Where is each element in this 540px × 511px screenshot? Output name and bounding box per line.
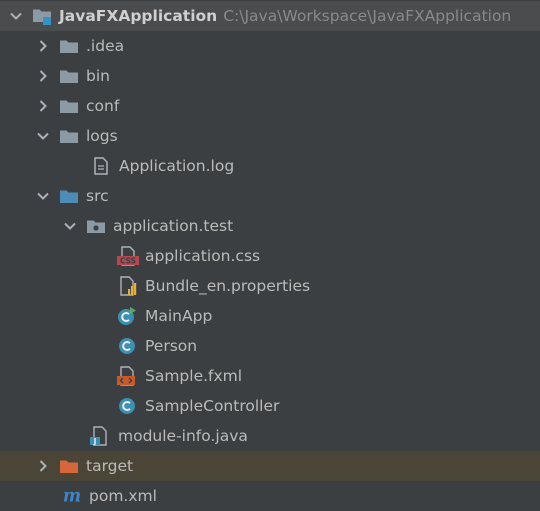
- css-file-icon: CSS: [117, 246, 139, 266]
- java-file-icon: J: [90, 426, 110, 446]
- tree-node-label: Application.log: [119, 157, 235, 175]
- svg-text:m: m: [63, 487, 81, 505]
- tree-node-label: .idea: [86, 37, 125, 55]
- project-tree: JavaFXApplication C:\Java\Workspace\Java…: [0, 0, 540, 509]
- tree-node-label: Person: [145, 337, 198, 355]
- tree-node-idea[interactable]: .idea: [0, 31, 540, 61]
- tree-node-label: src: [86, 187, 109, 205]
- chevron-right-icon[interactable]: [35, 68, 51, 84]
- tree-node-src[interactable]: src: [0, 181, 540, 211]
- fxml-file-icon: [117, 366, 137, 386]
- properties-file-icon: [118, 276, 138, 296]
- log-file-icon: [91, 157, 111, 175]
- tree-node-sample-fxml[interactable]: Sample.fxml: [0, 361, 540, 391]
- tree-node-application-log[interactable]: Application.log: [0, 151, 540, 181]
- tree-node-label: MainApp: [145, 307, 213, 325]
- tree-node-sample-controller[interactable]: SampleController: [0, 391, 540, 421]
- folder-icon: [59, 97, 79, 115]
- tree-node-mainapp[interactable]: MainApp: [0, 301, 540, 331]
- tree-node-label: module-info.java: [118, 427, 248, 445]
- folder-icon: [59, 127, 79, 145]
- tree-node-label: application.test: [113, 217, 234, 235]
- project-folder-icon: [32, 7, 52, 25]
- class-icon: [117, 337, 137, 355]
- tree-node-application-css[interactable]: CSS application.css: [0, 241, 540, 271]
- maven-icon: m: [62, 487, 82, 505]
- excluded-folder-icon: [59, 457, 79, 475]
- chevron-down-icon[interactable]: [35, 128, 51, 144]
- chevron-right-icon[interactable]: [35, 458, 51, 474]
- tree-node-pom[interactable]: m pom.xml: [0, 481, 540, 511]
- tree-node-person[interactable]: Person: [0, 331, 540, 361]
- tree-node-label: application.css: [145, 247, 261, 265]
- source-folder-icon: [59, 187, 79, 205]
- project-name: JavaFXApplication: [59, 7, 218, 25]
- tree-node-label: target: [86, 457, 134, 475]
- folder-icon: [59, 37, 79, 55]
- tree-node-bin[interactable]: bin: [0, 61, 540, 91]
- tree-node-bundle[interactable]: Bundle_en.properties: [0, 271, 540, 301]
- runnable-class-icon: [117, 307, 137, 325]
- tree-node-label: Sample.fxml: [145, 367, 243, 385]
- project-path: C:\Java\Workspace\JavaFXApplication: [223, 7, 512, 25]
- tree-node-package[interactable]: application.test: [0, 211, 540, 241]
- tree-node-logs[interactable]: logs: [0, 121, 540, 151]
- tree-node-label: bin: [86, 67, 110, 85]
- tree-node-label: pom.xml: [89, 487, 157, 505]
- tree-node-label: conf: [86, 97, 120, 115]
- svg-text:CSS: CSS: [120, 257, 136, 266]
- tree-node-target[interactable]: target: [0, 451, 540, 481]
- tree-node-module-info[interactable]: J module-info.java: [0, 421, 540, 451]
- tree-node-conf[interactable]: conf: [0, 91, 540, 121]
- tree-node-label: logs: [86, 127, 118, 145]
- chevron-right-icon[interactable]: [35, 98, 51, 114]
- class-icon: [117, 397, 137, 415]
- tree-node-label: SampleController: [145, 397, 280, 415]
- tree-node-label: Bundle_en.properties: [145, 277, 311, 295]
- chevron-down-icon[interactable]: [62, 218, 78, 234]
- folder-icon: [59, 67, 79, 85]
- svg-text:J: J: [93, 437, 97, 446]
- tree-node-project-root[interactable]: JavaFXApplication C:\Java\Workspace\Java…: [0, 1, 540, 31]
- chevron-down-icon[interactable]: [35, 188, 51, 204]
- chevron-down-icon[interactable]: [8, 8, 24, 24]
- package-icon: [86, 217, 106, 235]
- chevron-right-icon[interactable]: [35, 38, 51, 54]
